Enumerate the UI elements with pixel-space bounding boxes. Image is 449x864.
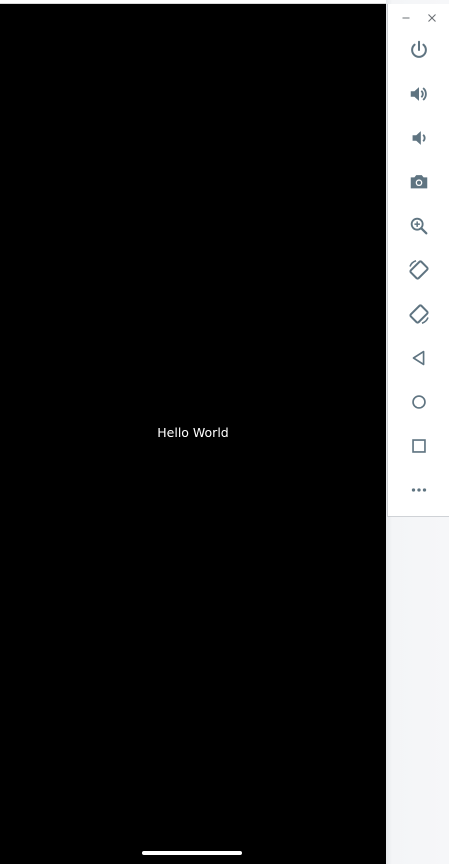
zoom-button[interactable] (403, 210, 435, 242)
volume-up-icon (410, 87, 427, 101)
emulator-window: Hello World (0, 0, 449, 864)
emulator-side-toolbar (387, 4, 449, 517)
close-button[interactable] (424, 10, 440, 26)
more-button[interactable] (403, 474, 435, 506)
home-button[interactable] (403, 386, 435, 418)
volume-down-icon (412, 131, 426, 145)
back-triangle-icon (412, 350, 425, 366)
close-icon (428, 14, 436, 22)
device-screen[interactable]: Hello World (0, 4, 386, 864)
screenshot-button[interactable] (403, 166, 435, 198)
rotate-left-button[interactable] (403, 254, 435, 286)
rotate-left-icon (409, 260, 429, 280)
camera-icon (410, 175, 428, 189)
volume-down-button[interactable] (403, 122, 435, 154)
gesture-navigation-bar[interactable] (142, 851, 242, 855)
window-controls (388, 10, 449, 26)
zoom-in-icon (410, 217, 428, 235)
power-icon (411, 40, 427, 58)
power-button[interactable] (403, 34, 435, 66)
hello-world-text: Hello World (157, 425, 229, 440)
minimize-button[interactable] (398, 10, 414, 26)
rotate-right-icon (409, 304, 429, 324)
overview-square-icon (412, 439, 426, 453)
home-circle-icon (412, 395, 426, 409)
minimize-icon (402, 17, 410, 19)
more-horizontal-icon (411, 488, 427, 492)
back-button[interactable] (403, 342, 435, 374)
overview-button[interactable] (403, 430, 435, 462)
volume-up-button[interactable] (403, 78, 435, 110)
rotate-right-button[interactable] (403, 298, 435, 330)
